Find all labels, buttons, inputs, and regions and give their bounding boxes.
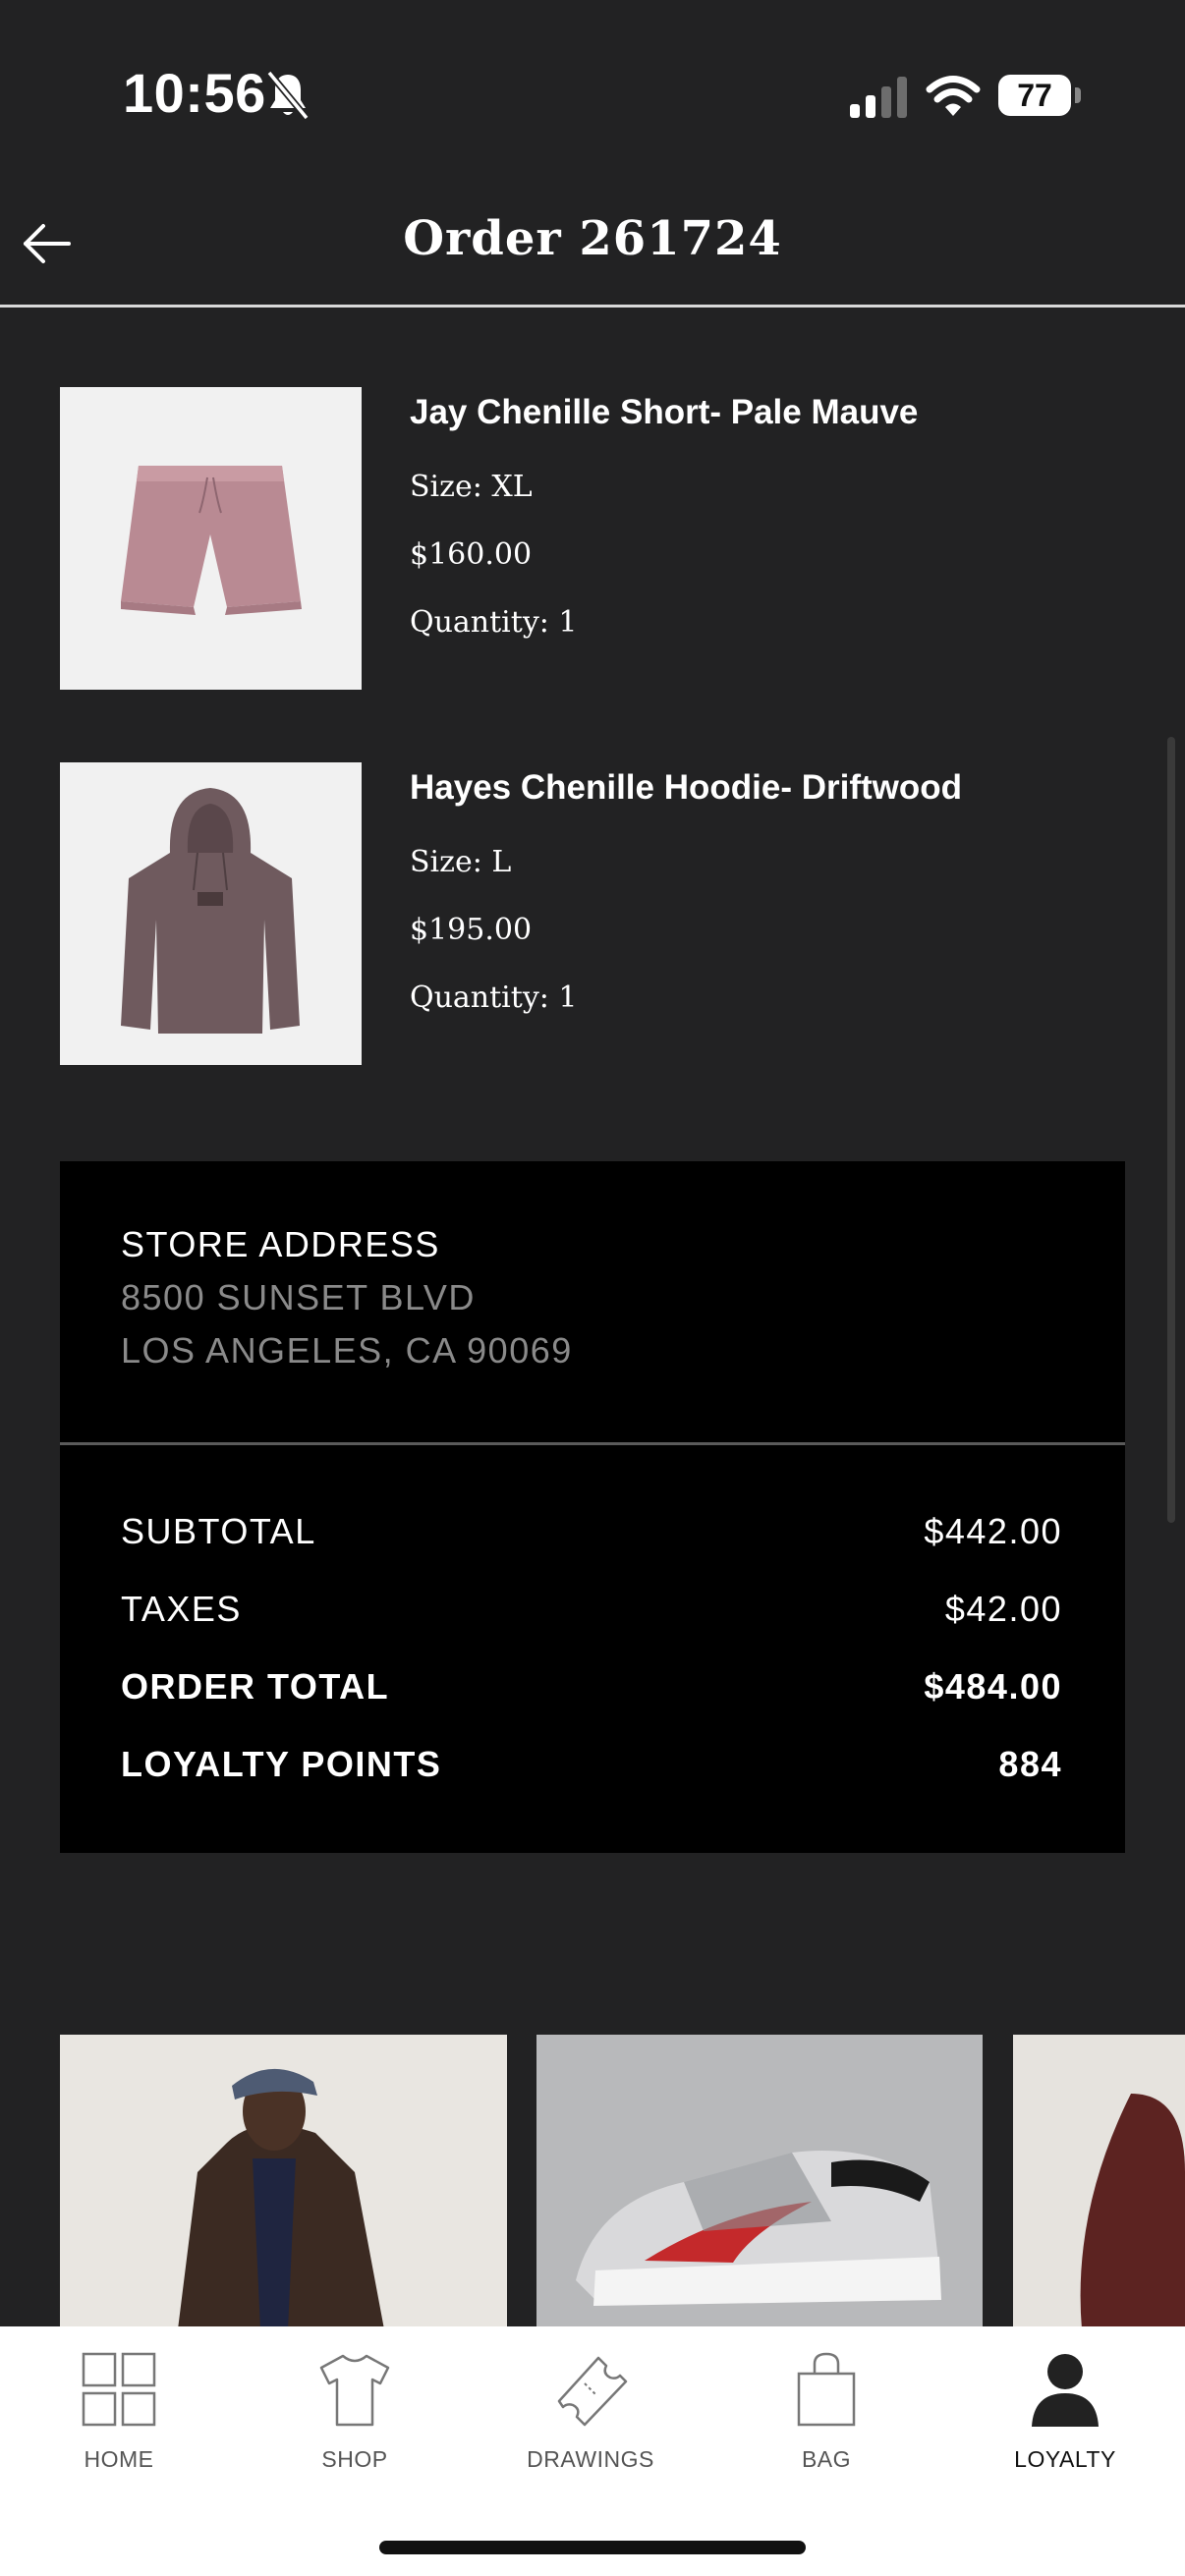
pale-mauve-shorts-image — [121, 466, 302, 615]
taxes-value: $42.00 — [944, 1589, 1062, 1629]
tab-drawings-label: DRAWINGS — [527, 2446, 654, 2472]
carousel-card[interactable] — [60, 2035, 507, 2329]
item-name: Hayes Chenille Hoodie- Driftwood — [410, 768, 962, 807]
shopping-bag-icon — [797, 2352, 856, 2427]
subtotal-label: SUBTOTAL — [121, 1511, 316, 1551]
product-image-shorts[interactable] — [60, 387, 362, 690]
grey-red-sneaker-image — [536, 2035, 983, 2329]
clock: 10:56 — [123, 62, 266, 124]
store-address-label: STORE ADDRESS — [121, 1224, 440, 1264]
summary-divider — [60, 1442, 1125, 1445]
header-divider — [0, 305, 1185, 308]
burgundy-knit-image — [1013, 2035, 1185, 2329]
battery-level: 77 — [998, 75, 1071, 116]
cellular-signal-icon — [850, 77, 907, 118]
order-item[interactable]: Jay Chenille Short- Pale Mauve Size: XL … — [60, 387, 1131, 690]
status-bar: 10:56 77 — [0, 0, 1185, 187]
tab-bag-label: BAG — [801, 2446, 852, 2472]
item-size: Size: XL — [410, 470, 533, 504]
tab-loyalty[interactable]: LOYALTY — [977, 2350, 1154, 2478]
tshirt-icon — [319, 2354, 390, 2427]
user-icon — [1032, 2354, 1099, 2427]
page-title: Order 261724 — [403, 211, 782, 266]
store-address-line2: LOS ANGELES, CA 90069 — [121, 1330, 573, 1371]
carousel-card[interactable] — [1013, 2035, 1185, 2329]
silent-bell-icon — [266, 70, 310, 121]
tab-home-label: HOME — [84, 2446, 154, 2472]
ticket-icon — [557, 2356, 628, 2427]
order-item[interactable]: Hayes Chenille Hoodie- Driftwood Size: L… — [60, 762, 1131, 1065]
model-in-brown-jacket-image — [60, 2035, 507, 2329]
item-name: Jay Chenille Short- Pale Mauve — [410, 393, 919, 431]
item-details: Jay Chenille Short- Pale Mauve Size: XL … — [410, 387, 918, 640]
item-details: Hayes Chenille Hoodie- Driftwood Size: L… — [410, 762, 962, 1015]
home-indicator[interactable] — [379, 2541, 806, 2554]
scrollbar[interactable] — [1167, 737, 1175, 1523]
order-total-value: $484.00 — [924, 1666, 1062, 1707]
tab-shop-label: SHOP — [321, 2446, 388, 2472]
tab-shop[interactable]: SHOP — [266, 2350, 443, 2478]
taxes-label: TAXES — [121, 1589, 242, 1629]
bottom-tab-bar: HOME SHOP DRAWINGS BAG LOYALTY — [0, 2326, 1185, 2576]
store-address-line1: 8500 SUNSET BLVD — [121, 1277, 476, 1317]
wifi-icon — [926, 76, 981, 116]
tab-home[interactable]: HOME — [30, 2350, 207, 2478]
battery-icon: 77 — [998, 75, 1081, 116]
tab-loyalty-label: LOYALTY — [1014, 2446, 1116, 2472]
order-summary-panel: STORE ADDRESS 8500 SUNSET BLVD LOS ANGEL… — [60, 1161, 1125, 1853]
item-size: Size: L — [410, 845, 512, 879]
subtotal-value: $442.00 — [924, 1511, 1062, 1551]
product-image-hoodie[interactable] — [60, 762, 362, 1065]
driftwood-hoodie-image — [121, 788, 300, 1034]
battery-tip — [1075, 87, 1081, 103]
tab-drawings[interactable]: DRAWINGS — [502, 2350, 679, 2478]
grid-icon — [82, 2352, 156, 2427]
order-total-label: ORDER TOTAL — [121, 1666, 390, 1707]
loyalty-points-value: 884 — [998, 1744, 1062, 1784]
item-price: $195.00 — [410, 913, 533, 947]
item-quantity: Quantity: 1 — [410, 980, 578, 1015]
carousel-card[interactable] — [536, 2035, 983, 2329]
item-price: $160.00 — [410, 537, 533, 572]
tab-bag[interactable]: BAG — [738, 2350, 915, 2478]
loyalty-points-label: LOYALTY POINTS — [121, 1744, 442, 1784]
item-quantity: Quantity: 1 — [410, 605, 578, 640]
